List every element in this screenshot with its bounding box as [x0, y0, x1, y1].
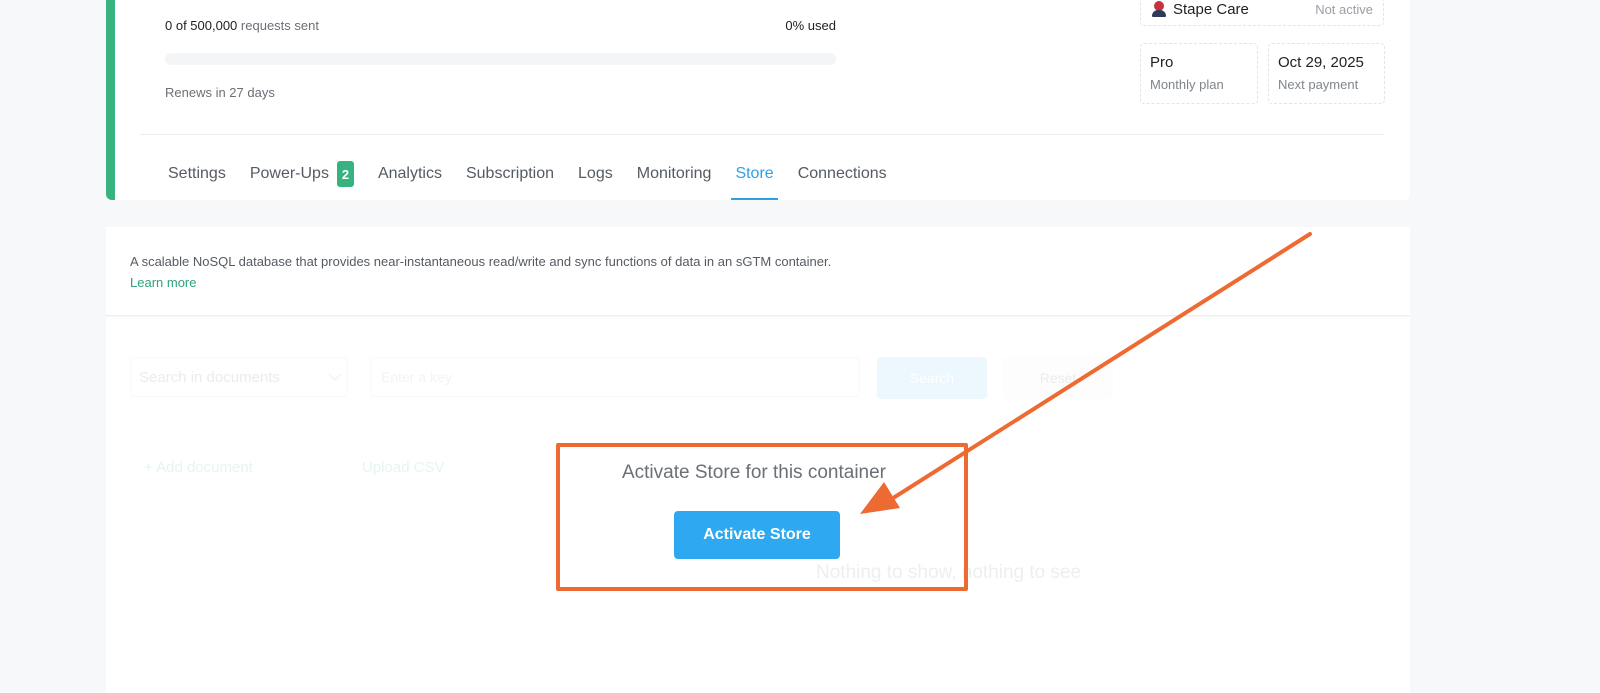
- stape-care-box[interactable]: Stape Care Not active: [1140, 0, 1384, 26]
- tab-settings[interactable]: Settings: [168, 148, 238, 200]
- plan-cycle: Monthly plan: [1150, 77, 1224, 92]
- annotation-highlight-box: [556, 443, 968, 591]
- tab-label: Store: [735, 165, 774, 182]
- next-payment-label: Next payment: [1278, 77, 1359, 92]
- tab-logs[interactable]: Logs: [566, 148, 625, 200]
- reset-button: Reset: [1003, 357, 1113, 399]
- tab-monitoring[interactable]: Monitoring: [625, 148, 724, 200]
- tab-label: Power-Ups: [249, 165, 329, 182]
- stape-care-title: Stape Care: [1151, 1, 1249, 18]
- search-field-select: Search in documents: [130, 357, 348, 397]
- tab-connections[interactable]: Connections: [786, 148, 899, 200]
- tab-label: Analytics: [377, 165, 442, 182]
- tab-analytics[interactable]: Analytics: [366, 148, 454, 200]
- support-agent-icon: [1151, 1, 1167, 17]
- chevron-down-icon: [329, 369, 341, 381]
- plan-name: Pro: [1150, 54, 1174, 71]
- store-description: A scalable NoSQL database that provides …: [130, 254, 832, 269]
- requests-count: 0 of 500,000: [165, 18, 238, 33]
- container-tabs: Settings Power-Ups 2 Analytics Subscripti…: [168, 148, 899, 200]
- power-ups-count-badge: 2: [336, 161, 354, 187]
- search-button: Search: [877, 357, 987, 399]
- key-input: Enter a key: [370, 357, 860, 397]
- status-accent-bar: [106, 0, 115, 200]
- tab-label: Logs: [578, 165, 613, 182]
- next-payment-date: Oct 29, 2025: [1278, 54, 1364, 71]
- next-payment-box: Oct 29, 2025 Next payment: [1268, 43, 1385, 104]
- tab-label: Connections: [797, 165, 887, 182]
- tab-label: Monitoring: [636, 165, 712, 182]
- tab-store[interactable]: Store: [723, 148, 785, 200]
- section-divider: [140, 134, 1384, 135]
- renewal-text: Renews in 27 days: [165, 85, 275, 100]
- requests-label: requests sent: [240, 18, 319, 33]
- learn-more-link[interactable]: Learn more: [130, 275, 196, 290]
- stape-care-status: Not active: [1315, 1, 1373, 17]
- stape-care-name: Stape Care: [1173, 0, 1249, 18]
- plan-box: Pro Monthly plan: [1140, 43, 1258, 104]
- usage-progress-bar: [165, 53, 836, 65]
- tab-label: Subscription: [465, 165, 555, 182]
- search-select-value: Search in documents: [139, 368, 280, 386]
- tab-subscription[interactable]: Subscription: [454, 148, 566, 200]
- store-description-card: A scalable NoSQL database that provides …: [106, 227, 1410, 316]
- tab-label: Settings: [168, 165, 226, 182]
- tab-power-ups[interactable]: Power-Ups 2: [238, 148, 366, 200]
- usage-percent: 0% used: [785, 18, 836, 33]
- requests-usage-text: 0 of 500,000 requests sent: [165, 18, 319, 33]
